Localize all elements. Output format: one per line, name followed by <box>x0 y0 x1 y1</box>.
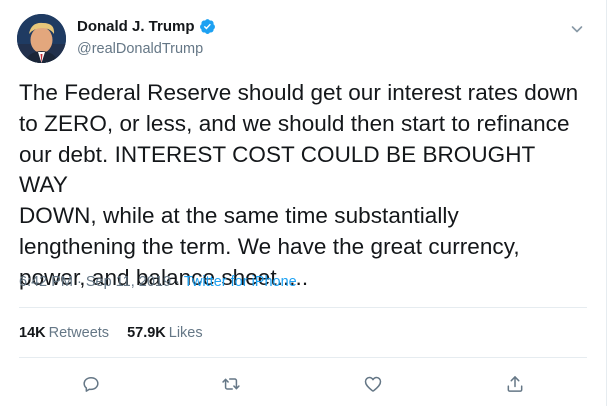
share-icon[interactable] <box>497 366 533 402</box>
tweet-actions-bar <box>0 366 607 402</box>
retweets-count: 14K <box>19 325 46 341</box>
chevron-down-icon[interactable] <box>569 21 585 37</box>
retweets-label: Retweets <box>48 325 110 341</box>
user-handle[interactable]: @realDonaldTrump <box>77 41 203 57</box>
reply-icon[interactable] <box>73 366 109 402</box>
tweet-card: Donald J. Trump @realDonaldTrump The Fed… <box>0 0 607 406</box>
likes-label: Likes <box>168 325 203 341</box>
tweet-stats: 14K Retweets 57.9K Likes <box>19 325 221 341</box>
verified-badge-icon <box>199 18 216 35</box>
author-name-row: Donald J. Trump <box>77 18 216 35</box>
tweet-metadata: 6:42 PM · Sep 11, 2019 · Twitter for iPhone <box>19 274 297 290</box>
divider <box>19 307 587 308</box>
tweet-source-link[interactable]: Twitter for iPhone <box>184 274 297 290</box>
tweet-time[interactable]: 6:42 PM <box>19 274 73 290</box>
divider <box>19 357 587 358</box>
meta-separator: · <box>77 274 82 290</box>
heart-icon[interactable] <box>355 366 391 402</box>
profile-photo <box>17 14 66 63</box>
likes-count: 57.9K <box>127 325 166 341</box>
tweet-text: The Federal Reserve should get our inter… <box>19 80 579 290</box>
tweet-date[interactable]: Sep 11, 2019 <box>86 274 171 290</box>
retweet-icon[interactable] <box>213 366 249 402</box>
meta-separator: · <box>175 274 180 290</box>
retweets-stat[interactable]: 14K Retweets <box>19 325 109 341</box>
display-name[interactable]: Donald J. Trump <box>77 18 195 35</box>
avatar[interactable] <box>17 14 66 63</box>
likes-stat[interactable]: 57.9K Likes <box>127 325 203 341</box>
